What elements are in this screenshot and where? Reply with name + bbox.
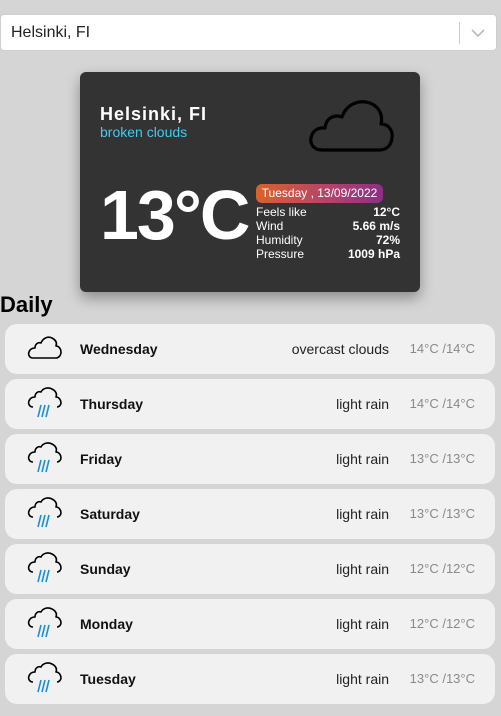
forecast-temp-range: 14°C /14°C	[409, 396, 475, 411]
forecast-temp-range: 13°C /13°C	[409, 451, 475, 466]
current-description: broken clouds	[100, 124, 188, 140]
forecast-temp-range: 14°C /14°C	[409, 341, 475, 356]
forecast-description: light rain	[336, 396, 389, 412]
forecast-day-tuesday[interactable]: Tuesday light rain 13°C /13°C	[5, 654, 495, 704]
detail-label: Feels like	[256, 205, 307, 219]
forecast-day-name: Wednesday	[80, 341, 158, 357]
detail-label: Wind	[256, 219, 284, 233]
forecast-temp-range: 12°C /12°C	[409, 561, 475, 576]
city-select[interactable]: Helsinki, FI	[0, 14, 497, 51]
rain-cloud-icon	[27, 552, 63, 591]
detail-value: 72%	[375, 233, 400, 247]
forecast-temp-range: 13°C /13°C	[409, 506, 475, 521]
forecast-temp-range: 13°C /13°C	[409, 671, 475, 686]
rain-cloud-icon	[27, 497, 63, 536]
daily-forecast-list: Wednesday overcast clouds 14°C /14°C Thu…	[5, 324, 495, 709]
cloud-icon	[308, 96, 394, 159]
detail-value: 12°C	[373, 205, 400, 219]
forecast-temp-range: 12°C /12°C	[409, 616, 475, 631]
forecast-day-thursday[interactable]: Thursday light rain 14°C /14°C	[5, 379, 495, 429]
forecast-description: light rain	[336, 671, 389, 687]
detail-value: 5.66 m/s	[352, 219, 400, 233]
forecast-day-name: Friday	[80, 451, 123, 467]
current-details: Feels like 12°C Wind 5.66 m/s Humidity 7…	[256, 205, 400, 261]
detail-humidity: Humidity 72%	[256, 233, 400, 247]
forecast-day-friday[interactable]: Friday light rain 13°C /13°C	[5, 434, 495, 484]
forecast-description: light rain	[336, 616, 389, 632]
forecast-description: overcast clouds	[291, 341, 389, 357]
forecast-day-name: Thursday	[80, 396, 144, 412]
detail-wind: Wind 5.66 m/s	[256, 219, 400, 233]
current-temperature: 13°C	[100, 176, 250, 254]
detail-value: 1009 hPa	[347, 247, 400, 261]
current-date-badge: Tuesday , 13/09/2022	[256, 184, 383, 203]
forecast-day-monday[interactable]: Monday light rain 12°C /12°C	[5, 599, 495, 649]
forecast-day-name: Monday	[80, 616, 133, 632]
chevron-down-icon[interactable]	[460, 28, 496, 38]
rain-cloud-icon	[27, 662, 63, 701]
forecast-description: light rain	[336, 506, 389, 522]
forecast-day-wednesday[interactable]: Wednesday overcast clouds 14°C /14°C	[5, 324, 495, 374]
forecast-day-name: Tuesday	[80, 671, 136, 687]
rain-cloud-icon	[27, 442, 63, 481]
current-city: Helsinki, FI	[100, 104, 208, 124]
detail-pressure: Pressure 1009 hPa	[256, 247, 400, 261]
city-select-value[interactable]: Helsinki, FI	[1, 24, 459, 42]
forecast-day-saturday[interactable]: Saturday light rain 13°C /13°C	[5, 489, 495, 539]
detail-feels-like: Feels like 12°C	[256, 205, 400, 219]
current-weather-card: Helsinki, FI broken clouds 13°C Tuesday …	[80, 72, 420, 292]
forecast-description: light rain	[336, 561, 389, 577]
forecast-day-sunday[interactable]: Sunday light rain 12°C /12°C	[5, 544, 495, 594]
rain-cloud-icon	[27, 607, 63, 646]
detail-label: Pressure	[256, 247, 305, 261]
cloud-icon	[27, 332, 63, 371]
forecast-day-name: Sunday	[80, 561, 131, 577]
detail-label: Humidity	[256, 233, 303, 247]
rain-cloud-icon	[27, 387, 63, 426]
daily-title: Daily	[0, 292, 53, 317]
forecast-description: light rain	[336, 451, 389, 467]
forecast-day-name: Saturday	[80, 506, 140, 522]
